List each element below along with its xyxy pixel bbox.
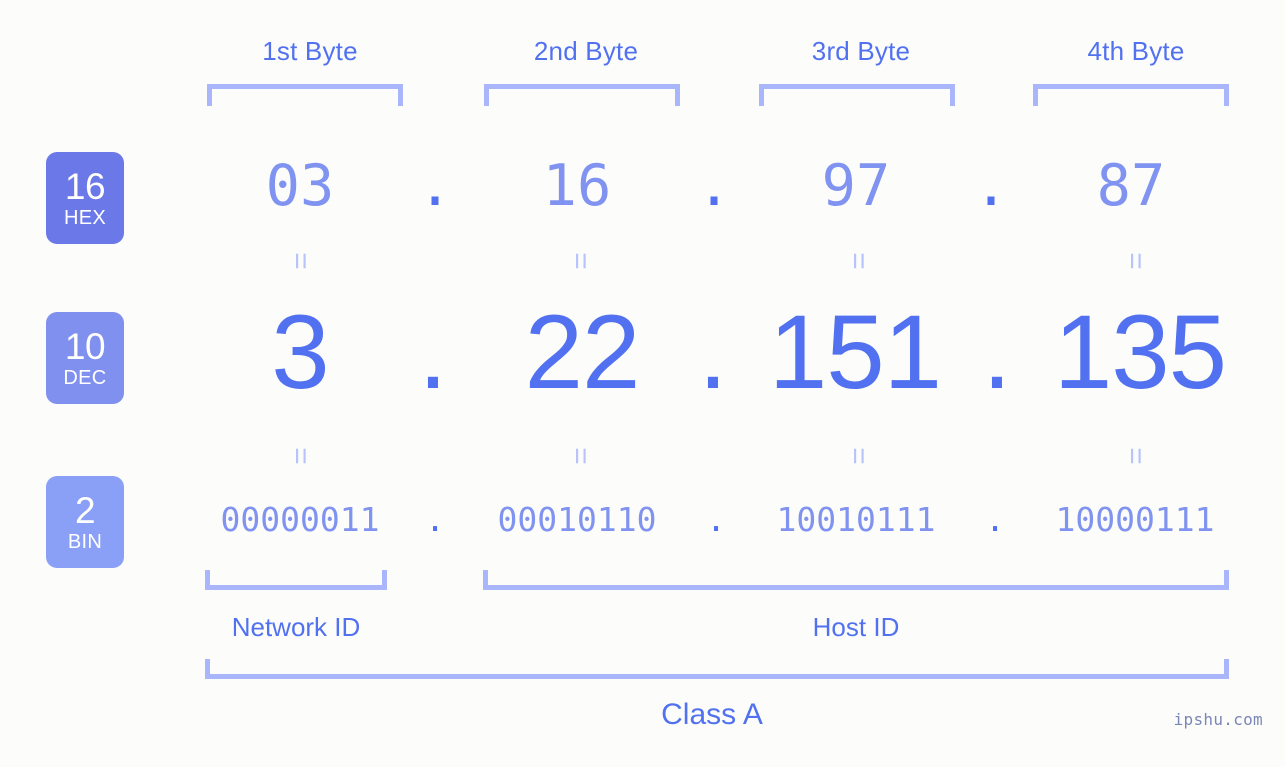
class-bracket [205, 659, 1229, 679]
host-id-bracket [483, 570, 1229, 590]
base-badge-dec-number: 10 [64, 326, 106, 367]
byte-bracket-4 [1033, 84, 1229, 106]
equals-mark-dec-bin-3: = [842, 447, 875, 465]
equals-mark-dec-bin-1: = [284, 447, 317, 465]
base-badge-dec: 10 DEC [46, 312, 124, 404]
equals-mark-hex-dec-1: = [284, 252, 317, 270]
equals-mark-hex-dec-2: = [564, 252, 597, 270]
base-badge-hex-number: 16 [64, 166, 106, 207]
byte-header-4: 4th Byte [1087, 36, 1185, 66]
equals-mark-dec-bin-2: = [564, 447, 597, 465]
network-id-label: Network ID [231, 612, 361, 642]
network-id-bracket [205, 570, 387, 590]
class-label: Class A [661, 698, 763, 731]
base-badge-dec-abbr: DEC [63, 367, 107, 389]
byte-header-2: 2nd Byte [533, 36, 639, 66]
equals-mark-dec-bin-4: = [1119, 447, 1152, 465]
byte-bracket-2 [484, 84, 680, 106]
equals-mark-hex-dec-3: = [842, 252, 875, 270]
byte-header-3: 3rd Byte [811, 36, 911, 66]
ip-byte-breakdown-diagram: 1st Byte 2nd Byte 3rd Byte 4th Byte 16 H… [0, 0, 1285, 767]
base-badge-bin-number: 2 [74, 490, 96, 531]
base-badge-hex: 16 HEX [46, 152, 124, 244]
base-badge-bin-abbr: BIN [67, 531, 103, 553]
equals-mark-hex-dec-4: = [1119, 252, 1152, 270]
hex-octet-4: 87 [1096, 153, 1166, 219]
bin-octet-4: 10000111 [1055, 500, 1215, 539]
byte-bracket-1 [207, 84, 403, 106]
base-badge-hex-abbr: HEX [63, 207, 107, 229]
dec-octet-4: 135 [1053, 294, 1227, 411]
byte-header-1: 1st Byte [262, 36, 358, 66]
base-badge-bin: 2 BIN [46, 476, 124, 568]
host-id-label: Host ID [812, 612, 900, 642]
site-watermark: ipshu.com [1173, 710, 1263, 729]
byte-bracket-3 [759, 84, 955, 106]
